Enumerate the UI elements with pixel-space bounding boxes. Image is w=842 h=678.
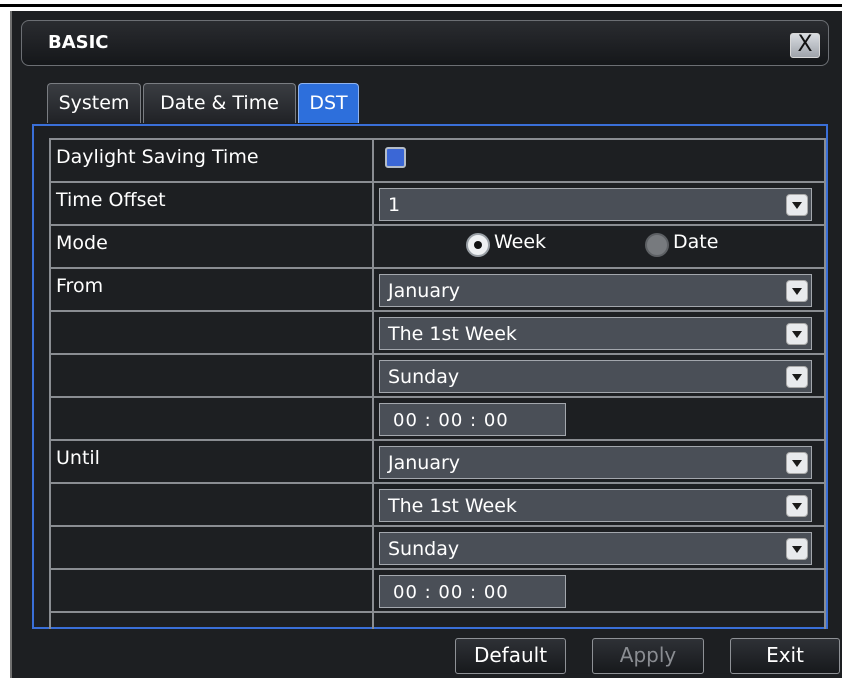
daylight-saving-checkbox[interactable] [385,147,406,168]
table-row-from-month: From January [51,267,824,310]
table-row-from-time: 00 : 00 : 00 [51,396,824,439]
until-day-select[interactable]: Sunday [379,532,812,565]
document-top-rule [0,4,842,7]
mode-date-radio[interactable] [645,233,669,257]
until-time-value: 00 : 00 : 00 [393,582,509,603]
mode-week-radio[interactable] [466,233,490,257]
until-day-value: Sunday [388,538,460,560]
table-row-partial [51,611,824,629]
exit-button[interactable]: Exit [730,638,840,674]
from-week-value: The 1st Week [388,323,517,345]
until-week-select[interactable]: The 1st Week [379,489,812,522]
from-month-value: January [388,280,461,302]
table-row-from-day: Sunday [51,353,824,396]
until-week-value: The 1st Week [388,495,517,517]
mode-week-label: Week [494,231,547,253]
chevron-down-icon[interactable] [786,280,808,302]
column-divider [372,183,374,224]
table-row-until-time: 00 : 00 : 00 [51,568,824,611]
time-offset-value: 1 [388,194,401,216]
column-divider [372,355,374,396]
dst-settings-panel: Daylight Saving Time Time Offset 1 Mode … [32,124,828,629]
column-divider [372,312,374,353]
table-row-time-offset: Time Offset 1 [51,181,824,224]
tab-date-time[interactable]: Date & Time [143,83,296,123]
table-row-mode: Mode Week Date [51,224,824,267]
column-divider [372,484,374,525]
column-divider [372,570,374,611]
from-week-select[interactable]: The 1st Week [379,317,812,350]
from-time-value: 00 : 00 : 00 [393,410,509,431]
until-label: Until [56,447,100,469]
chevron-down-icon[interactable] [786,452,808,474]
close-icon: X [797,32,813,57]
from-time-input[interactable]: 00 : 00 : 00 [379,403,566,436]
time-offset-label: Time Offset [56,189,166,211]
close-button[interactable]: X [790,33,820,58]
dst-settings-table: Daylight Saving Time Time Offset 1 Mode … [49,138,826,629]
until-month-value: January [388,452,461,474]
basic-settings-window: BASIC X System Date & Time DST Daylight … [10,11,842,678]
time-offset-select[interactable]: 1 [379,188,812,221]
table-row-until-day: Sunday [51,525,824,568]
table-row-until-month: Until January [51,439,824,482]
default-button[interactable]: Default [455,638,566,674]
chevron-down-icon[interactable] [786,538,808,560]
chevron-down-icon[interactable] [786,323,808,345]
apply-button[interactable]: Apply [592,638,704,674]
chevron-down-icon[interactable] [786,495,808,517]
table-row-from-week: The 1st Week [51,310,824,353]
mode-date-label: Date [673,231,719,253]
tab-dst[interactable]: DST [298,83,359,123]
from-day-select[interactable]: Sunday [379,360,812,393]
from-month-select[interactable]: January [379,274,812,307]
title-bar: BASIC X [21,20,829,66]
window-title: BASIC [48,32,109,53]
from-day-value: Sunday [388,366,460,388]
chevron-down-icon[interactable] [786,194,808,216]
column-divider [372,613,374,629]
until-month-select[interactable]: January [379,446,812,479]
column-divider [372,140,374,181]
until-time-input[interactable]: 00 : 00 : 00 [379,575,566,608]
daylight-saving-label: Daylight Saving Time [56,146,259,168]
table-row-daylight-saving: Daylight Saving Time [51,138,824,181]
column-divider [372,226,374,267]
column-divider [372,441,374,482]
chevron-down-icon[interactable] [786,366,808,388]
column-divider [372,398,374,439]
tab-system[interactable]: System [47,83,141,123]
column-divider [372,527,374,568]
mode-label: Mode [56,232,108,254]
from-label: From [56,275,104,297]
column-divider [372,269,374,310]
table-row-until-week: The 1st Week [51,482,824,525]
